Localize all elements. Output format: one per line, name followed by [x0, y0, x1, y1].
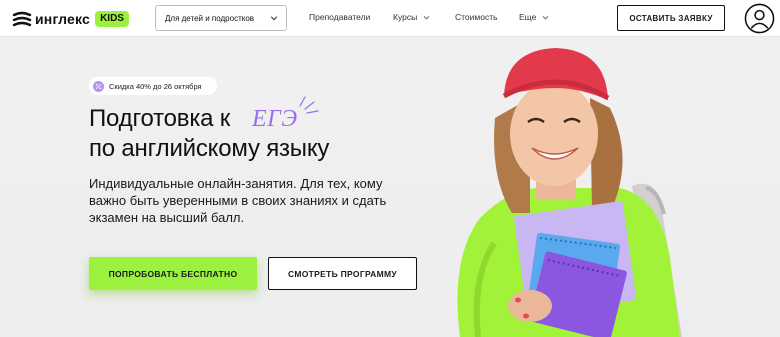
nav-more[interactable]: Еще: [519, 12, 549, 22]
site-header: инглекс KIDS Для детей и подростков Преп…: [0, 0, 780, 37]
hero-description: Индивидуальные онлайн-занятия. Для тех, …: [89, 176, 387, 225]
chevron-down-icon: [423, 15, 430, 20]
hero-title-line2: по английскому языку: [89, 135, 330, 162]
chevron-down-icon: [270, 16, 278, 21]
discount-text: Скидка 40% до 26 октября: [109, 81, 202, 91]
logo-badge-kids: KIDS: [95, 11, 129, 27]
chevron-down-icon: [543, 15, 549, 20]
logo[interactable]: инглекс KIDS: [12, 9, 129, 29]
percent-icon: [93, 80, 104, 92]
nav-courses[interactable]: Курсы: [393, 12, 430, 22]
age-group-select[interactable]: Для детей и подростков: [155, 5, 287, 31]
nav-teachers[interactable]: Преподаватели: [309, 12, 370, 22]
age-group-select-value: Для детей и подростков: [165, 13, 255, 23]
nav-pricing-label: Стоимость: [455, 12, 498, 22]
leave-request-button[interactable]: ОСТАВИТЬ ЗАЯВКУ: [617, 5, 725, 31]
nav-pricing[interactable]: Стоимость: [455, 12, 498, 22]
nav-teachers-label: Преподаватели: [309, 12, 371, 22]
discount-badge: Скидка 40% до 26 октября: [89, 77, 217, 95]
logo-text: инглекс: [35, 11, 91, 27]
try-free-button[interactable]: ПОПРОБОВАТЬ БЕСПЛАТНО: [89, 257, 257, 290]
hero-title-accent: ЕГЭ: [252, 106, 298, 132]
nav-more-label: Еще: [519, 12, 537, 22]
sparkle-lines-icon: [299, 96, 319, 114]
hero-student-photo: [457, 48, 682, 337]
view-program-button[interactable]: СМОТРЕТЬ ПРОГРАММУ: [268, 257, 417, 290]
logo-mark-icon: [12, 11, 32, 27]
nav-courses-label: Курсы: [393, 12, 418, 22]
user-icon[interactable]: [744, 3, 775, 34]
